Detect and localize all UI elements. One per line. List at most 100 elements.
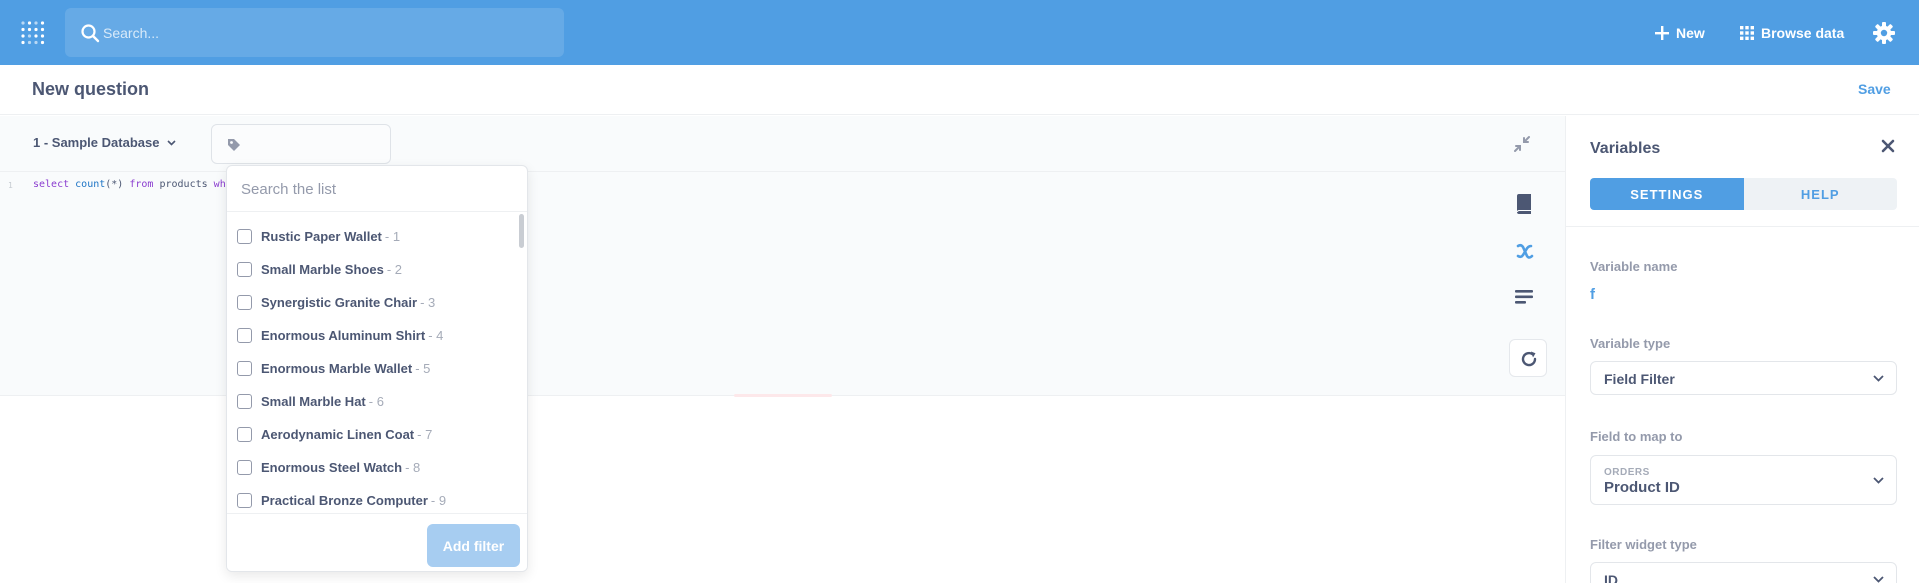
option-id: - 3 [420, 294, 436, 310]
line-number: 1 [8, 181, 13, 190]
list-option[interactable]: Small Marble Shoes - 2 [237, 258, 402, 280]
filter-widget-input[interactable] [211, 124, 391, 164]
field-map-table: ORDERS [1604, 467, 1650, 478]
option-id: - 5 [415, 360, 431, 376]
tab-help[interactable]: HELP [1743, 178, 1897, 210]
top-nav: New Browse data [0, 0, 1919, 65]
option-label: Small Marble Shoes [261, 261, 384, 277]
code-function: count [75, 179, 106, 190]
variables-panel: Variables SETTINGS HELP Variable name f … [1565, 116, 1919, 583]
chevron-down-icon [1873, 375, 1884, 382]
code-keyword: select [33, 179, 70, 190]
chevron-down-icon [167, 139, 177, 146]
option-label: Rustic Paper Wallet [261, 228, 382, 244]
variable-name-value: f [1590, 286, 1595, 303]
run-query-button[interactable] [1509, 339, 1547, 377]
save-button[interactable]: Save [1858, 81, 1891, 97]
new-button-label: New [1676, 24, 1705, 41]
list-option[interactable]: Rustic Paper Wallet - 1 [237, 225, 400, 247]
checkbox[interactable] [237, 426, 252, 442]
variable-type-value: Field Filter [1604, 371, 1675, 387]
page-title: New question [32, 79, 150, 99]
variable-x-icon[interactable] [1515, 241, 1535, 261]
option-id: - 7 [417, 426, 433, 442]
chevron-down-icon [1873, 576, 1884, 583]
option-label: Synergistic Granite Chair [261, 294, 418, 310]
gear-icon[interactable] [1872, 21, 1896, 45]
checkbox[interactable] [237, 261, 252, 277]
metabase-logo-icon[interactable] [20, 20, 46, 46]
option-label: Enormous Aluminum Shirt [261, 327, 426, 343]
option-id: - 6 [368, 393, 384, 409]
search-icon [81, 24, 100, 43]
filter-values-popover: Rustic Paper Wallet- 1 Small Marble Shoe… [226, 165, 528, 572]
list-option[interactable]: Synergistic Granite Chair - 3 [237, 291, 435, 313]
list-search-input[interactable] [241, 166, 513, 212]
code-keyword: wh [213, 179, 226, 190]
list-option[interactable]: Aerodynamic Linen Coat - 7 [237, 423, 432, 445]
chevron-down-icon [1873, 477, 1884, 484]
database-picker-label: 1 - Sample Database [33, 135, 160, 150]
checkbox[interactable] [237, 327, 252, 343]
code-text: products [153, 179, 214, 190]
variable-type-select[interactable]: Field Filter [1590, 361, 1897, 395]
option-label: Small Marble Hat [261, 393, 366, 409]
editor-toolbar: 1 - Sample Database [0, 116, 1565, 172]
browse-data-button[interactable]: Browse data [1740, 0, 1844, 65]
question-header: New question Save [0, 65, 1919, 115]
divider [1566, 226, 1919, 227]
editor-resize-handle[interactable] [734, 394, 832, 397]
checkbox[interactable] [237, 393, 252, 409]
new-button[interactable]: New [1655, 0, 1705, 65]
checkbox[interactable] [237, 459, 252, 475]
search-input[interactable] [103, 8, 543, 57]
list-search [227, 166, 527, 212]
widget-type-select[interactable]: ID [1590, 562, 1897, 583]
variable-name-label: Variable name [1590, 259, 1678, 274]
tag-icon [228, 139, 240, 151]
plus-icon [1655, 25, 1669, 40]
add-filter-button[interactable]: Add filter [427, 524, 520, 567]
list-option[interactable]: Small Marble Hat - 6 [237, 390, 384, 412]
variable-type-label: Variable type [1590, 336, 1671, 351]
option-label: Practical Bronze Computer [261, 492, 428, 508]
option-id: - 4 [428, 327, 444, 343]
sql-code-line[interactable]: select count(*) from products wh [33, 179, 226, 190]
option-label: Enormous Marble Wallet [261, 360, 413, 376]
option-id: - 1 [384, 228, 401, 244]
list-option[interactable]: Practical Bronze Computer - 9 [237, 489, 446, 511]
panel-title: Variables [1590, 140, 1661, 157]
code-text: (*) [105, 179, 130, 190]
database-picker[interactable]: 1 - Sample Database [33, 135, 177, 150]
list-option[interactable]: Enormous Marble Wallet - 5 [237, 357, 430, 379]
close-icon[interactable] [1881, 139, 1895, 153]
widget-type-value: ID [1604, 572, 1618, 583]
global-search[interactable] [65, 8, 564, 57]
grid-icon [1740, 25, 1754, 40]
panel-tabs: SETTINGS HELP [1590, 178, 1897, 210]
tab-settings[interactable]: SETTINGS [1590, 178, 1744, 210]
option-id: - 8 [405, 459, 421, 475]
option-id: - 2 [386, 261, 402, 277]
option-id: - 9 [430, 492, 447, 508]
checkbox[interactable] [237, 294, 252, 310]
widget-type-label: Filter widget type [1590, 537, 1697, 552]
code-keyword: from [129, 179, 154, 190]
checkbox[interactable] [237, 228, 252, 244]
list-option[interactable]: Enormous Aluminum Shirt - 4 [237, 324, 443, 346]
list-scrollbar[interactable] [519, 214, 524, 248]
field-map-select[interactable]: ORDERS Product ID [1590, 455, 1897, 505]
field-map-value: Product ID [1604, 479, 1680, 496]
snippet-icon[interactable] [1515, 289, 1533, 305]
browse-data-label: Browse data [1761, 24, 1845, 41]
checkbox[interactable] [237, 360, 252, 376]
option-label: Aerodynamic Linen Coat [261, 426, 415, 442]
book-icon[interactable] [1515, 194, 1533, 214]
field-map-label: Field to map to [1590, 429, 1683, 444]
checkbox[interactable] [237, 492, 252, 508]
popover-footer: Add filter [227, 513, 527, 571]
refresh-icon [1521, 351, 1537, 367]
collapse-icon[interactable] [1513, 135, 1531, 153]
option-label: Enormous Steel Watch [261, 459, 403, 475]
list-option[interactable]: Enormous Steel Watch - 8 [237, 456, 420, 478]
